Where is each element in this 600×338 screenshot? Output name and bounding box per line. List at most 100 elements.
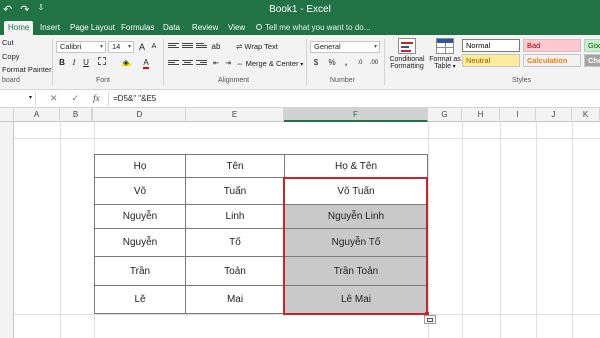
table-cell[interactable]: Nguyễn bbox=[94, 204, 186, 229]
format-as-table-button[interactable]: Format as Table ▾ bbox=[427, 56, 463, 70]
format-painter-button[interactable]: Format Painter bbox=[2, 65, 52, 74]
chevron-down-icon: ▾ bbox=[451, 64, 456, 70]
column-header-h[interactable]: H bbox=[462, 108, 500, 122]
title-bar: ↶ ↷ ⇩ Book1 - Excel bbox=[0, 0, 600, 20]
bold-button[interactable]: B bbox=[56, 57, 68, 69]
tab-insert[interactable]: Insert bbox=[40, 21, 60, 35]
number-format-combo[interactable]: General ▾ bbox=[310, 41, 380, 53]
align-middle-icon[interactable] bbox=[182, 43, 193, 52]
lightbulb-icon bbox=[256, 24, 262, 30]
borders-icon[interactable] bbox=[96, 57, 108, 69]
tab-home[interactable]: Home bbox=[4, 21, 34, 35]
header-cell-ten[interactable]: Tên bbox=[185, 154, 285, 178]
tab-view[interactable]: View bbox=[228, 21, 245, 35]
table-cell[interactable]: Mai bbox=[185, 285, 285, 314]
gridline bbox=[14, 138, 600, 139]
merge-center-label: Merge & Center bbox=[245, 59, 299, 68]
formula-bar: ▾ ✕ ✓ fx =D5&" "&E5 bbox=[0, 90, 600, 108]
conditional-formatting-button[interactable]: Conditional Formatting bbox=[387, 56, 427, 70]
cancel-icon[interactable]: ✕ bbox=[50, 93, 58, 104]
tell-me-search[interactable]: Tell me what you want to do... bbox=[256, 21, 370, 35]
align-top-icon[interactable] bbox=[168, 43, 179, 52]
gridline bbox=[428, 122, 429, 338]
column-header-b[interactable]: B bbox=[60, 108, 92, 122]
cut-button[interactable]: Cut bbox=[2, 38, 14, 47]
merge-center-button[interactable]: ⇔ Merge & Center ▾ bbox=[236, 59, 303, 68]
fill-color-icon[interactable]: ◈ bbox=[120, 57, 132, 69]
font-group-label: Font bbox=[96, 77, 111, 84]
column-header-a[interactable]: A bbox=[14, 108, 60, 122]
tab-formulas[interactable]: Formulas bbox=[121, 21, 154, 35]
increase-decimal-icon[interactable]: .0 bbox=[354, 57, 366, 69]
align-right-icon[interactable] bbox=[196, 60, 207, 69]
orientation-icon[interactable]: ab bbox=[210, 41, 222, 53]
align-left-icon[interactable] bbox=[168, 60, 179, 69]
ribbon-tabs: Home Insert Page Layout Formulas Data Re… bbox=[0, 20, 600, 35]
table-cell[interactable]: Võ bbox=[94, 177, 186, 205]
percent-button[interactable]: % bbox=[326, 57, 338, 69]
font-color-icon[interactable]: A bbox=[140, 57, 152, 69]
format-as-table-label-2: Table bbox=[434, 63, 452, 70]
style-good[interactable]: Goo bbox=[584, 39, 600, 52]
increase-indent-icon[interactable]: ⇥ bbox=[222, 58, 234, 70]
tab-data[interactable]: Data bbox=[163, 21, 180, 35]
column-header-g[interactable]: G bbox=[428, 108, 462, 122]
name-box[interactable]: ▾ bbox=[0, 92, 36, 105]
header-cell-ho[interactable]: Họ bbox=[94, 154, 186, 178]
table-cell[interactable]: Lê bbox=[94, 285, 186, 314]
style-calculation[interactable]: Calculation bbox=[523, 54, 581, 67]
enter-icon[interactable]: ✓ bbox=[72, 93, 80, 104]
column-header-d[interactable]: D bbox=[94, 108, 186, 122]
chevron-down-icon: ▾ bbox=[99, 44, 103, 50]
table-cell[interactable]: Toản bbox=[185, 256, 285, 286]
column-header-j[interactable]: J bbox=[536, 108, 572, 122]
conditional-formatting-icon[interactable] bbox=[398, 38, 416, 54]
table-cell[interactable]: Tuấn bbox=[185, 177, 285, 205]
format-as-table-label-1: Format as bbox=[429, 56, 461, 63]
gridline bbox=[536, 122, 537, 338]
table-cell[interactable]: Tố bbox=[185, 228, 285, 257]
font-name-value: Calibri bbox=[60, 42, 82, 51]
decrease-font-size-icon[interactable]: A bbox=[148, 41, 160, 53]
tab-review[interactable]: Review bbox=[192, 21, 218, 35]
formula-divider bbox=[108, 92, 109, 106]
clipboard-group-label: board bbox=[2, 77, 20, 84]
style-check-cell[interactable]: Che bbox=[584, 54, 600, 67]
column-header-k[interactable]: K bbox=[572, 108, 600, 122]
group-divider bbox=[384, 39, 385, 85]
header-cell-ho-ten[interactable]: Họ & Tên bbox=[284, 154, 428, 178]
decrease-indent-icon[interactable]: ⇤ bbox=[210, 58, 222, 70]
wrap-text-button[interactable]: ⇌ Wrap Text bbox=[236, 42, 278, 51]
style-neutral[interactable]: Neutral bbox=[462, 54, 520, 67]
italic-button[interactable]: I bbox=[68, 57, 80, 69]
select-all-corner[interactable] bbox=[0, 108, 14, 122]
column-header-i[interactable]: I bbox=[500, 108, 536, 122]
decrease-decimal-icon[interactable]: .00 bbox=[368, 57, 380, 69]
tell-me-text: Tell me what you want to do... bbox=[265, 23, 371, 32]
tab-page-layout[interactable]: Page Layout bbox=[70, 21, 115, 35]
format-as-table-icon[interactable] bbox=[436, 38, 454, 54]
styles-group-label: Styles bbox=[512, 77, 532, 84]
font-size-combo[interactable]: 14 ▾ bbox=[108, 41, 134, 53]
quick-analysis-icon[interactable] bbox=[424, 315, 436, 324]
font-name-combo[interactable]: Calibri ▾ bbox=[56, 41, 106, 53]
increase-font-size-icon[interactable]: A bbox=[136, 41, 148, 53]
formula-input[interactable]: =D5&" "&E5 bbox=[113, 94, 156, 103]
insert-function-icon[interactable]: fx bbox=[93, 93, 100, 104]
copy-button[interactable]: Copy bbox=[2, 52, 20, 61]
comma-style-button[interactable]: , bbox=[340, 57, 352, 69]
underline-button[interactable]: U bbox=[80, 57, 92, 69]
table-cell[interactable]: Linh bbox=[185, 204, 285, 229]
row-headers[interactable] bbox=[0, 122, 14, 338]
style-bad[interactable]: Bad bbox=[523, 39, 581, 52]
wrap-text-label: Wrap Text bbox=[244, 42, 278, 51]
alignment-group-label: Alignment bbox=[218, 77, 250, 84]
column-header-f[interactable]: F bbox=[284, 108, 428, 122]
table-cell[interactable]: Nguyễn bbox=[94, 228, 186, 257]
currency-button[interactable]: $ bbox=[310, 57, 322, 69]
table-cell[interactable]: Trần bbox=[94, 256, 186, 286]
style-normal[interactable]: Normal bbox=[462, 39, 520, 52]
align-bottom-icon[interactable] bbox=[196, 43, 207, 52]
align-center-icon[interactable] bbox=[182, 60, 193, 69]
column-header-e[interactable]: E bbox=[186, 108, 284, 122]
